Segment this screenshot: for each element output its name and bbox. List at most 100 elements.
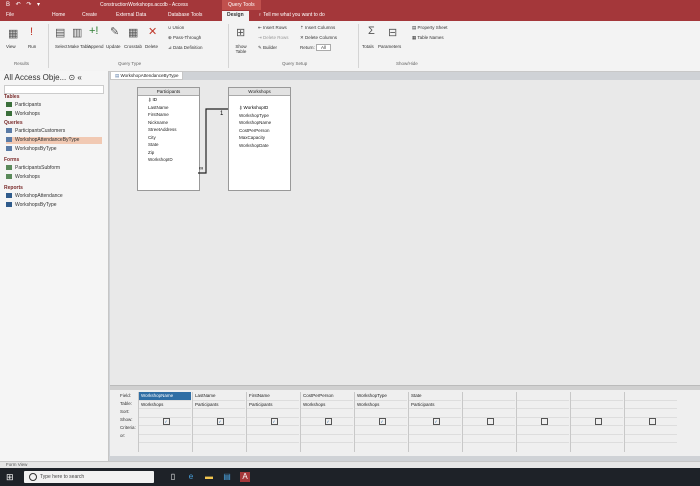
update-button[interactable]: Update bbox=[106, 44, 121, 49]
grid-column[interactable] bbox=[570, 392, 623, 452]
parameters-icon[interactable]: ⊟ bbox=[388, 26, 397, 39]
grid-criteria-cell[interactable] bbox=[571, 426, 623, 435]
append-button[interactable]: Append bbox=[88, 44, 104, 49]
field-list-item[interactable]: City bbox=[138, 134, 199, 142]
participants-field-list[interactable]: Participants ⚷ ID LastName FirstName Nic… bbox=[137, 87, 200, 191]
grid-or-cell[interactable] bbox=[355, 435, 407, 443]
show-checkbox[interactable]: ✓ bbox=[432, 417, 440, 425]
field-list-item[interactable]: StreetAddress bbox=[138, 126, 199, 134]
grid-criteria-cell[interactable] bbox=[193, 426, 245, 435]
show-checkbox[interactable]: ✓ bbox=[270, 417, 278, 425]
grid-field-cell[interactable]: FirstName bbox=[247, 392, 299, 401]
grid-sort-cell[interactable] bbox=[517, 409, 569, 418]
field-list-item[interactable]: State bbox=[138, 141, 199, 149]
grid-field-cell[interactable] bbox=[625, 392, 677, 401]
tab-design[interactable]: Design bbox=[222, 11, 249, 21]
view-icon[interactable]: ▦ bbox=[8, 27, 18, 40]
field-list-item[interactable]: CostPerPerson bbox=[229, 127, 290, 135]
make-table-icon[interactable]: ▥ bbox=[72, 26, 82, 39]
nav-group-forms[interactable]: Forms bbox=[4, 157, 19, 163]
nav-search-input[interactable] bbox=[4, 85, 104, 94]
grid-criteria-cell[interactable] bbox=[463, 426, 515, 435]
grid-field-cell[interactable] bbox=[463, 392, 515, 401]
grid-table-cell[interactable]: Workshops bbox=[355, 401, 407, 409]
field-list-item-key[interactable]: ⚷ ID bbox=[138, 96, 199, 104]
grid-or-cell[interactable] bbox=[625, 435, 677, 443]
edge-icon[interactable]: e bbox=[186, 472, 196, 482]
grid-sort-cell[interactable] bbox=[355, 409, 407, 418]
field-list-title[interactable]: Participants bbox=[138, 88, 199, 96]
parameters-button[interactable]: Parameters bbox=[378, 44, 401, 49]
grid-column[interactable]: CostPerPerson Workshops ✓ bbox=[300, 392, 353, 452]
run-icon[interactable]: ! bbox=[30, 26, 33, 38]
grid-table-cell[interactable]: Participants bbox=[409, 401, 461, 409]
file-explorer-icon[interactable]: ▬ bbox=[204, 472, 214, 482]
nav-pane-title[interactable]: All Access Obje... ⊙ « bbox=[4, 73, 82, 82]
update-icon[interactable]: ✎ bbox=[110, 25, 119, 38]
grid-or-cell[interactable] bbox=[463, 435, 515, 443]
relationship-join-line[interactable]: 1 ∞ bbox=[198, 106, 228, 176]
grid-field-cell[interactable] bbox=[517, 392, 569, 401]
tell-me-box[interactable]: ♀ Tell me what you want to do bbox=[258, 12, 325, 18]
select-button[interactable]: Select bbox=[55, 44, 68, 49]
grid-or-cell[interactable] bbox=[301, 435, 353, 443]
grid-or-cell[interactable] bbox=[517, 435, 569, 443]
nav-item-form[interactable]: ParticipantsSubform bbox=[6, 165, 102, 172]
field-list-item[interactable]: WorkshopName bbox=[229, 119, 290, 127]
grid-table-cell[interactable] bbox=[517, 401, 569, 409]
field-list-item-key[interactable]: ⚷ WorkshopID bbox=[229, 104, 290, 112]
grid-column[interactable]: LastName Participants ✓ bbox=[192, 392, 245, 452]
grid-criteria-cell[interactable] bbox=[139, 426, 191, 435]
grid-column[interactable]: State Participants ✓ bbox=[408, 392, 461, 452]
delete-query-icon[interactable]: ✕ bbox=[148, 25, 157, 38]
show-checkbox[interactable]: ✓ bbox=[324, 417, 332, 425]
grid-table-cell[interactable] bbox=[571, 401, 623, 409]
grid-criteria-cell[interactable] bbox=[409, 426, 461, 435]
insert-rows-button[interactable]: ⇤ Insert Rows bbox=[258, 25, 287, 31]
nav-group-reports[interactable]: Reports bbox=[4, 185, 23, 191]
nav-item-table[interactable]: Participants bbox=[6, 102, 102, 109]
show-table-button[interactable]: Show Table bbox=[232, 44, 250, 54]
grid-field-cell[interactable]: State bbox=[409, 392, 461, 401]
grid-criteria-cell[interactable] bbox=[247, 426, 299, 435]
totals-icon[interactable]: Σ bbox=[368, 25, 375, 37]
grid-sort-cell[interactable] bbox=[463, 409, 515, 418]
grid-field-cell[interactable]: WorkshopName bbox=[139, 392, 191, 401]
show-checkbox[interactable] bbox=[594, 417, 602, 425]
grid-field-cell[interactable] bbox=[571, 392, 623, 401]
nav-group-queries[interactable]: Queries bbox=[4, 120, 23, 126]
grid-or-cell[interactable] bbox=[139, 435, 191, 443]
nav-group-tables[interactable]: Tables bbox=[4, 94, 19, 100]
nav-item-report[interactable]: WorkshopsByType bbox=[6, 202, 102, 209]
grid-table-cell[interactable]: Workshops bbox=[301, 401, 353, 409]
crosstab-icon[interactable]: ▦ bbox=[128, 26, 138, 39]
totals-button[interactable]: Totals bbox=[362, 44, 374, 49]
task-view-icon[interactable]: ▯ bbox=[168, 472, 178, 482]
crosstab-button[interactable]: Crosstab bbox=[124, 44, 142, 49]
run-button[interactable]: Run bbox=[28, 44, 36, 49]
grid-field-cell[interactable]: WorkshopType bbox=[355, 392, 407, 401]
tab-create[interactable]: Create bbox=[82, 12, 97, 18]
nav-item-table[interactable]: Workshops bbox=[6, 111, 102, 118]
append-icon[interactable]: +! bbox=[89, 25, 98, 37]
field-list-item[interactable]: WorkshopID bbox=[138, 156, 199, 164]
grid-criteria-cell[interactable] bbox=[355, 426, 407, 435]
grid-field-cell[interactable]: CostPerPerson bbox=[301, 392, 353, 401]
grid-or-cell[interactable] bbox=[409, 435, 461, 443]
field-list-item[interactable]: Zip bbox=[138, 149, 199, 157]
field-list-title[interactable]: Workshops bbox=[229, 88, 290, 96]
nav-item-report[interactable]: WorkshopAttendance bbox=[6, 193, 102, 200]
document-tab[interactable]: ▤ WorkshopAttendanceByType bbox=[110, 71, 184, 80]
grid-sort-cell[interactable] bbox=[193, 409, 245, 418]
select-query-icon[interactable]: ▤ bbox=[55, 26, 65, 39]
property-sheet-button[interactable]: ▤ Property Sheet bbox=[412, 25, 448, 31]
field-list-item[interactable]: WorkshopDate bbox=[229, 142, 290, 150]
field-list-item[interactable]: FirstName bbox=[138, 111, 199, 119]
tab-database-tools[interactable]: Database Tools bbox=[168, 12, 202, 18]
grid-field-cell[interactable]: LastName bbox=[193, 392, 245, 401]
grid-sort-cell[interactable] bbox=[247, 409, 299, 418]
grid-criteria-cell[interactable] bbox=[517, 426, 569, 435]
show-checkbox[interactable] bbox=[540, 417, 548, 425]
tab-file[interactable]: File bbox=[6, 12, 14, 18]
grid-sort-cell[interactable] bbox=[301, 409, 353, 418]
